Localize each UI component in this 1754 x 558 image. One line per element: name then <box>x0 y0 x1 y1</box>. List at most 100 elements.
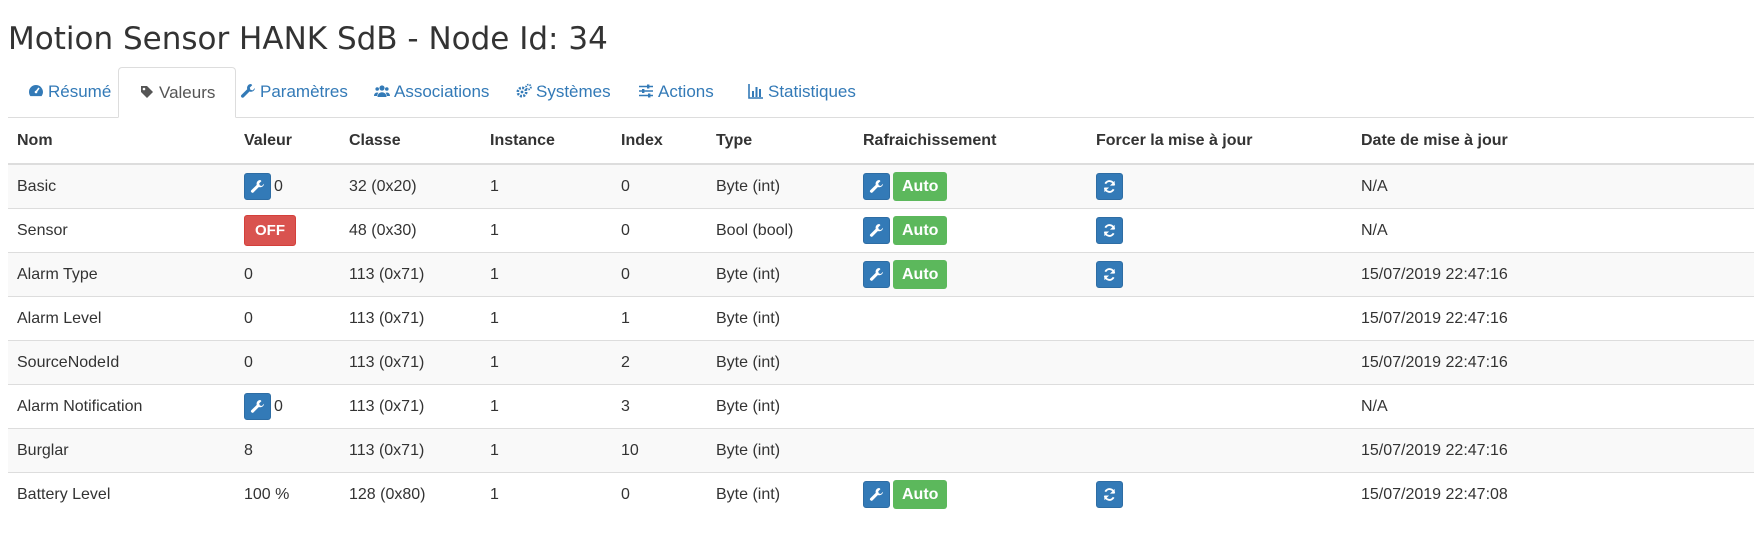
cell-name: SourceNodeId <box>8 340 235 385</box>
col-instance: Instance <box>481 118 612 165</box>
cell-class: 113 (0x71) <box>340 340 481 385</box>
cell-type: Byte (int) <box>707 384 854 429</box>
cell-instance: 1 <box>481 428 612 473</box>
refresh-settings-button[interactable] <box>863 217 890 244</box>
col-type: Type <box>707 118 854 165</box>
tab-bar: Résumé Valeurs Paramètres Associations S… <box>8 67 1754 118</box>
table-row: Alarm Notification 0 113 (0x71) 1 3 Byte… <box>8 384 1754 429</box>
cell-force-update <box>1087 472 1352 516</box>
cell-value: 100 % <box>235 472 340 516</box>
cell-name: Sensor <box>8 208 235 253</box>
table-row: Basic 0 32 (0x20) 1 0 Byte (int) Auto N/… <box>8 163 1754 209</box>
col-date: Date de mise à jour <box>1352 118 1754 165</box>
cell-index: 1 <box>612 296 707 341</box>
edit-value-button[interactable] <box>244 173 271 200</box>
refresh-settings-button[interactable] <box>863 481 890 508</box>
refresh-settings-button[interactable] <box>863 173 890 200</box>
cell-name: Alarm Level <box>8 296 235 341</box>
force-update-button[interactable] <box>1096 481 1123 508</box>
cell-refresh: Auto <box>854 252 1087 297</box>
cell-date: 15/07/2019 22:47:16 <box>1352 252 1754 297</box>
cell-instance: 1 <box>481 208 612 253</box>
cell-type: Byte (int) <box>707 428 854 473</box>
table-row: Alarm Type 0 113 (0x71) 1 0 Byte (int) A… <box>8 252 1754 297</box>
auto-refresh-button[interactable]: Auto <box>893 172 948 201</box>
cell-type: Byte (int) <box>707 472 854 516</box>
auto-refresh-button[interactable]: Auto <box>893 480 948 509</box>
wrench-icon <box>241 84 255 98</box>
cell-value: 0 <box>235 163 340 209</box>
refresh-settings-button[interactable] <box>863 261 890 288</box>
cell-value: 0 <box>235 252 340 297</box>
cell-index: 0 <box>612 163 707 209</box>
cell-type: Byte (int) <box>707 340 854 385</box>
refresh-icon <box>1103 268 1116 281</box>
col-index: Index <box>612 118 707 165</box>
table-row: Battery Level 100 % 128 (0x80) 1 0 Byte … <box>8 472 1754 516</box>
cell-force-update <box>1087 340 1352 385</box>
tag-icon <box>141 86 153 98</box>
table-row: Burglar 8 113 (0x71) 1 10 Byte (int) 15/… <box>8 428 1754 473</box>
cell-index: 3 <box>612 384 707 429</box>
bar-chart-icon <box>748 84 763 99</box>
cell-value: 0 <box>235 384 340 429</box>
cell-refresh <box>854 296 1087 341</box>
force-update-button[interactable] <box>1096 173 1123 200</box>
cell-name: Burglar <box>8 428 235 473</box>
cell-instance: 1 <box>481 384 612 429</box>
cell-class: 113 (0x71) <box>340 384 481 429</box>
cell-date: 15/07/2019 22:47:16 <box>1352 428 1754 473</box>
cell-force-update <box>1087 163 1352 209</box>
col-classe: Classe <box>340 118 481 165</box>
cell-instance: 1 <box>481 252 612 297</box>
tab-systemes[interactable]: Systèmes <box>496 67 631 116</box>
col-nom: Nom <box>8 118 235 165</box>
tab-valeurs[interactable]: Valeurs <box>118 67 237 118</box>
cell-type: Byte (int) <box>707 163 854 209</box>
cell-force-update <box>1087 384 1352 429</box>
cell-index: 0 <box>612 252 707 297</box>
tab-resume[interactable]: Résumé <box>8 67 131 116</box>
cell-name: Alarm Notification <box>8 384 235 429</box>
cell-index: 2 <box>612 340 707 385</box>
users-icon <box>374 85 390 97</box>
tab-associations[interactable]: Associations <box>354 67 509 116</box>
dashboard-icon <box>29 85 43 97</box>
refresh-icon <box>1103 224 1116 237</box>
cell-force-update <box>1087 252 1352 297</box>
col-forcer: Forcer la mise à jour <box>1087 118 1352 165</box>
wrench-icon <box>869 487 884 501</box>
cell-index: 0 <box>612 208 707 253</box>
wrench-icon <box>869 267 884 281</box>
sensor-toggle-button[interactable]: OFF <box>244 215 296 246</box>
cell-date: 15/07/2019 22:47:16 <box>1352 340 1754 385</box>
wrench-icon <box>869 179 884 193</box>
auto-refresh-button[interactable]: Auto <box>893 216 948 245</box>
cell-class: 32 (0x20) <box>340 163 481 209</box>
cell-date: N/A <box>1352 163 1754 209</box>
cell-instance: 1 <box>481 163 612 209</box>
auto-refresh-button[interactable]: Auto <box>893 260 948 289</box>
cell-force-update <box>1087 208 1352 253</box>
force-update-button[interactable] <box>1096 217 1123 244</box>
cell-class: 113 (0x71) <box>340 252 481 297</box>
cell-name: Battery Level <box>8 472 235 516</box>
edit-value-button[interactable] <box>244 393 271 420</box>
cell-date: N/A <box>1352 384 1754 429</box>
tab-actions[interactable]: Actions <box>618 67 734 116</box>
wrench-icon <box>250 399 265 413</box>
tab-statistiques[interactable]: Statistiques <box>728 67 876 116</box>
cell-refresh: Auto <box>854 472 1087 516</box>
cell-class: 128 (0x80) <box>340 472 481 516</box>
table-header-row: Nom Valeur Classe Instance Index Type Ra… <box>8 118 1754 165</box>
refresh-icon <box>1103 488 1116 501</box>
cell-value: 0 <box>235 340 340 385</box>
cell-type: Bool (bool) <box>707 208 854 253</box>
cell-refresh: Auto <box>854 163 1087 209</box>
tab-parametres[interactable]: Paramètres <box>220 67 368 116</box>
wrench-icon <box>869 223 884 237</box>
cell-value: 8 <box>235 428 340 473</box>
force-update-button[interactable] <box>1096 261 1123 288</box>
cell-type: Byte (int) <box>707 252 854 297</box>
cell-refresh <box>854 428 1087 473</box>
